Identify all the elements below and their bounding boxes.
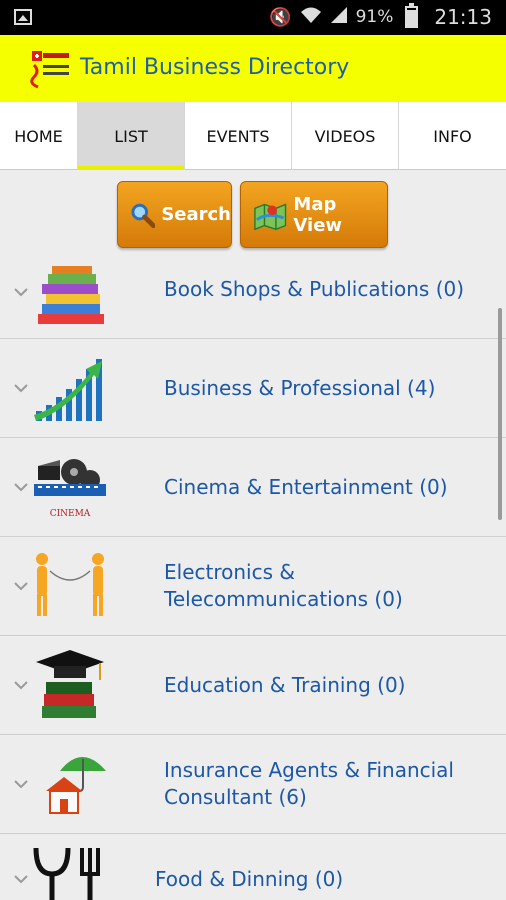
category-list: Book Shops & Publications (0) Business &… (0, 258, 506, 900)
map-icon (254, 202, 287, 230)
wifi-icon (300, 6, 322, 29)
battery-icon (405, 3, 419, 28)
list-item[interactable]: CINEMA Cinema & Entertainment (0) (0, 438, 506, 537)
search-button[interactable]: Search (117, 181, 232, 248)
chevron-down-icon (14, 582, 28, 591)
film-reel-icon: CINEMA (34, 459, 106, 519)
tab-bar: HOME LIST EVENTS VIDEOS INFO (0, 102, 506, 170)
action-bar: Search Map View (0, 170, 506, 258)
tab-list[interactable]: LIST (78, 102, 185, 170)
category-label: Electronics & Telecommunications (0) (164, 560, 403, 611)
mute-icon: 🔇 (269, 6, 292, 28)
graduation-cap-icon (36, 650, 104, 718)
signal-icon (330, 6, 348, 29)
magnifier-icon (131, 203, 156, 228)
tamil-search-directory-logo (30, 51, 69, 89)
chevron-down-icon (14, 875, 28, 884)
chevron-down-icon (14, 681, 28, 690)
app-title: Tamil Business Directory (80, 55, 350, 80)
scrollbar[interactable] (498, 308, 502, 520)
tab-events[interactable]: EVENTS (185, 102, 292, 170)
list-item[interactable]: Business & Professional (4) (0, 339, 506, 438)
list-item[interactable]: Insurance Agents & Financial Consultant … (0, 735, 506, 834)
battery-percent: 91% (355, 7, 394, 27)
category-label: Business & Professional (4) (164, 376, 436, 400)
tab-home[interactable]: HOME (0, 102, 78, 170)
chevron-down-icon (14, 384, 28, 393)
list-item[interactable]: Electronics & Telecommunications (0) (0, 537, 506, 636)
status-bar: 🔇 91% 21:13 (0, 0, 506, 35)
clock: 21:13 (434, 5, 492, 29)
map-view-button[interactable]: Map View (240, 181, 388, 248)
tab-info[interactable]: INFO (399, 102, 506, 170)
category-label: Education & Training (0) (164, 673, 406, 697)
tin-can-phone-icon (36, 553, 104, 616)
category-label: Cinema & Entertainment (0) (164, 475, 448, 499)
gallery-notification-icon (14, 9, 32, 25)
list-item[interactable]: Education & Training (0) (0, 636, 506, 735)
chevron-down-icon (14, 288, 28, 297)
svg-text:CINEMA: CINEMA (50, 509, 91, 519)
list-item[interactable]: Food & Dinning (0) (0, 834, 506, 900)
list-item[interactable]: Book Shops & Publications (0) (0, 258, 506, 339)
category-label: Food & Dinning (0) (155, 867, 344, 891)
books-icon (38, 266, 104, 324)
category-label: Book Shops & Publications (0) (164, 277, 465, 301)
category-label: Insurance Agents & Financial Consultant … (164, 758, 454, 809)
chevron-down-icon (14, 483, 28, 492)
umbrella-house-icon (46, 757, 106, 814)
cutlery-icon (33, 847, 100, 900)
growth-chart-icon (34, 359, 102, 421)
chevron-down-icon (14, 780, 28, 789)
app-bar: Tamil Business Directory (0, 35, 506, 102)
tab-videos[interactable]: VIDEOS (292, 102, 399, 170)
